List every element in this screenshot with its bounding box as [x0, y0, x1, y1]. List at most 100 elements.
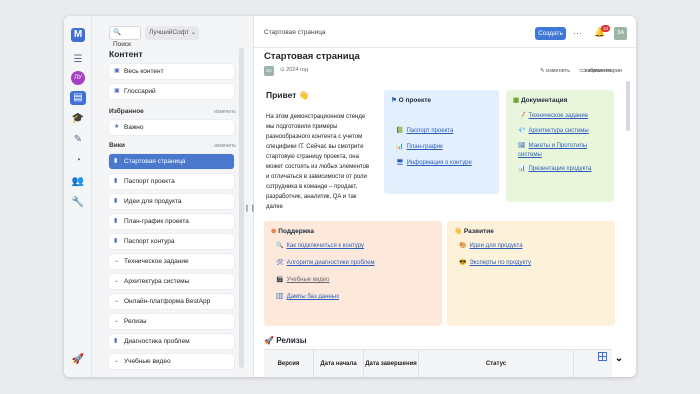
flag-icon: ⚑: [391, 97, 397, 104]
pencil-icon: 📝: [518, 113, 526, 119]
sunglasses-icon: 😎: [459, 260, 467, 266]
link-text: Техническое задание: [528, 113, 589, 119]
sidebar-item-product-ideas[interactable]: ▮ Идеи для продукта: [109, 194, 234, 209]
page-icon: ▮: [114, 238, 118, 244]
page-year-text: 2024 год: [286, 67, 308, 73]
link-db-dumps[interactable]: 🗄 Дампы баз данных: [276, 293, 339, 300]
header-avatar[interactable]: ЗА: [614, 27, 627, 40]
link-text: Информация о контуре: [406, 160, 472, 166]
magnifier-icon: 🔍: [276, 243, 284, 249]
column-status[interactable]: Статус: [419, 350, 574, 377]
chevron-down-icon[interactable]: ⌄: [114, 354, 119, 369]
link-architecture[interactable]: 💎 Архитектура системы: [518, 127, 589, 134]
docs-title-text: Документация: [520, 97, 568, 104]
sidebar-item-diagnostics[interactable]: ▮ Диагностика проблем: [109, 334, 234, 349]
link-product-ideas[interactable]: 🎨 Идеи для продукта: [459, 242, 523, 249]
link-tech-spec[interactable]: 📝 Техническое задание: [518, 112, 588, 119]
wiki-edit-link[interactable]: изменить: [214, 143, 236, 149]
sidebar-item-label: Важно: [124, 124, 144, 131]
link-presentation[interactable]: 📊 Презентация продукта: [518, 165, 591, 172]
chart-icon: 📊: [396, 144, 404, 150]
link-text: Презентация продукта: [528, 166, 592, 172]
link-diagnostics-algorithm[interactable]: 🛠 Алгоритм диагностики проблем: [276, 259, 375, 266]
link-mockups[interactable]: 🖼 Макеты и Прототипы системы: [518, 142, 610, 160]
chevron-down-icon: ⌄: [190, 29, 197, 36]
sidebar-item-architecture[interactable]: ⌄ Архитектура системы: [109, 274, 234, 289]
sidebar-item-label: Учебные видео: [124, 358, 171, 365]
link-text: Архитектура системы: [528, 128, 589, 134]
sidebar-item-project-passport[interactable]: ▮ Паспорт проекта: [109, 174, 234, 189]
column-end-date[interactable]: Дата завершения: [364, 350, 419, 377]
tools-icon[interactable]: ✎: [70, 133, 86, 147]
wiki-icon[interactable]: ▤: [70, 91, 86, 105]
link-text: Учебные видео: [286, 277, 330, 283]
author-avatar[interactable]: ЗА: [264, 66, 274, 76]
about-card: ⚑ О проекте 📗 Паспорт проекта 📊 План-графи…: [384, 90, 499, 194]
education-icon[interactable]: 🎓: [70, 112, 86, 126]
sidebar-item-important[interactable]: ★ Важно: [109, 120, 234, 135]
wrench-icon: 🛠: [276, 260, 284, 266]
link-text: План-график: [406, 144, 443, 150]
content-scrollbar[interactable]: [626, 81, 630, 131]
chevron-down-icon[interactable]: ⌄: [114, 274, 119, 289]
rocket-icon[interactable]: 🚀: [70, 353, 86, 367]
edit-action-label: изменить: [546, 68, 571, 74]
sidebar-item-label: Онлайн-платформа BestApp: [124, 298, 211, 305]
sidebar-item-contour-passport[interactable]: ▮ Паспорт контура: [109, 234, 234, 249]
sidebar-item-tech-spec[interactable]: ⌄ Техническое задание: [109, 254, 234, 269]
page-icon: ▮: [114, 158, 118, 164]
page-title: Стартовая страница: [264, 51, 360, 62]
sidebar-item-start-page[interactable]: ▮ Стартовая страница: [109, 154, 234, 169]
sidebar-item-releases[interactable]: ⌄ Релизы: [109, 314, 234, 329]
sidebar-item-all-content[interactable]: ▣ Весь контент: [109, 64, 234, 79]
link-text: Паспорт проекта: [406, 128, 454, 134]
development-card-title: 👋 Развитие: [454, 227, 494, 235]
sidebar-item-bestapp[interactable]: ⌄ Онлайн-платформа BestApp: [109, 294, 234, 309]
sidebar-item-schedule[interactable]: ▮ План-график проекта: [109, 214, 234, 229]
chevron-down-icon[interactable]: ⌄: [114, 294, 119, 309]
book-icon: 📗: [396, 128, 404, 134]
page-year: ⊙ 2024 год: [280, 67, 308, 73]
column-start-date[interactable]: Дата начала: [314, 350, 364, 377]
space-select-value: ЛучшийСофт: [149, 29, 189, 36]
about-title-text: О проекте: [398, 97, 432, 104]
releases-title-text: Релизы: [276, 336, 307, 345]
link-how-to-connect[interactable]: 🔍 Как подключиться к контуру: [276, 242, 364, 249]
gem-icon: 💎: [518, 128, 526, 134]
link-project-passport[interactable]: 📗 Паспорт проекта: [396, 127, 453, 134]
content-sidebar: 🔍 Поиск ЛучшийСофт ⌄ Контент ▣ Весь конте…: [92, 16, 254, 377]
header-divider: [254, 47, 636, 48]
create-button[interactable]: Создать: [535, 27, 566, 40]
sidebar-item-training-videos[interactable]: ⌄ Учебные видео: [109, 354, 234, 369]
user-avatar[interactable]: ЛУ: [71, 71, 85, 85]
table-grid-icon[interactable]: [598, 352, 607, 361]
chevron-down-icon[interactable]: ⌄: [114, 254, 119, 269]
releases-heading: 🚀 Релизы: [264, 336, 307, 345]
palette-icon: 🎨: [459, 243, 467, 249]
breadcrumb[interactable]: Стартовая страница: [264, 29, 326, 36]
team-icon[interactable]: 👥: [70, 175, 86, 189]
search-label: Поиск: [113, 41, 132, 48]
link-contour-info[interactable]: 🖥 Информация о контуре: [396, 159, 472, 166]
wrench-icon[interactable]: 🔧: [70, 196, 86, 210]
favorites-edit-link[interactable]: изменить: [214, 109, 236, 115]
link-schedule[interactable]: 📊 План-график: [396, 143, 443, 150]
more-icon[interactable]: ···: [573, 27, 582, 40]
chevron-down-icon[interactable]: ⌄: [114, 314, 119, 329]
column-version[interactable]: Версия: [264, 350, 314, 377]
link-training-videos[interactable]: 🎬 Учебные видео: [276, 276, 329, 283]
calendar-icon: ⊙: [280, 67, 285, 73]
search-button[interactable]: 🔍 Поиск: [109, 26, 141, 48]
menu-icon[interactable]: ☰: [70, 53, 86, 67]
edit-action[interactable]: ✎ изменить: [540, 68, 570, 74]
chart-icon[interactable]: ◔: [70, 154, 86, 168]
link-product-experts[interactable]: 😎 Эксперты по продукту: [459, 259, 531, 266]
link-text: Эксперты по продукту: [469, 260, 532, 266]
space-select[interactable]: ЛучшийСофт ⌄: [145, 26, 199, 40]
scroll-down-icon[interactable]: ⌄: [612, 352, 626, 366]
page-icon: ▮: [114, 198, 118, 204]
link-text: Макеты и Прототипы системы: [518, 143, 588, 158]
comments-action[interactable]: ▭ комментарии: [581, 68, 622, 74]
sidebar-item-glossary[interactable]: ▣ Глоссарий: [109, 84, 234, 99]
app-logo-icon[interactable]: M: [71, 28, 85, 42]
